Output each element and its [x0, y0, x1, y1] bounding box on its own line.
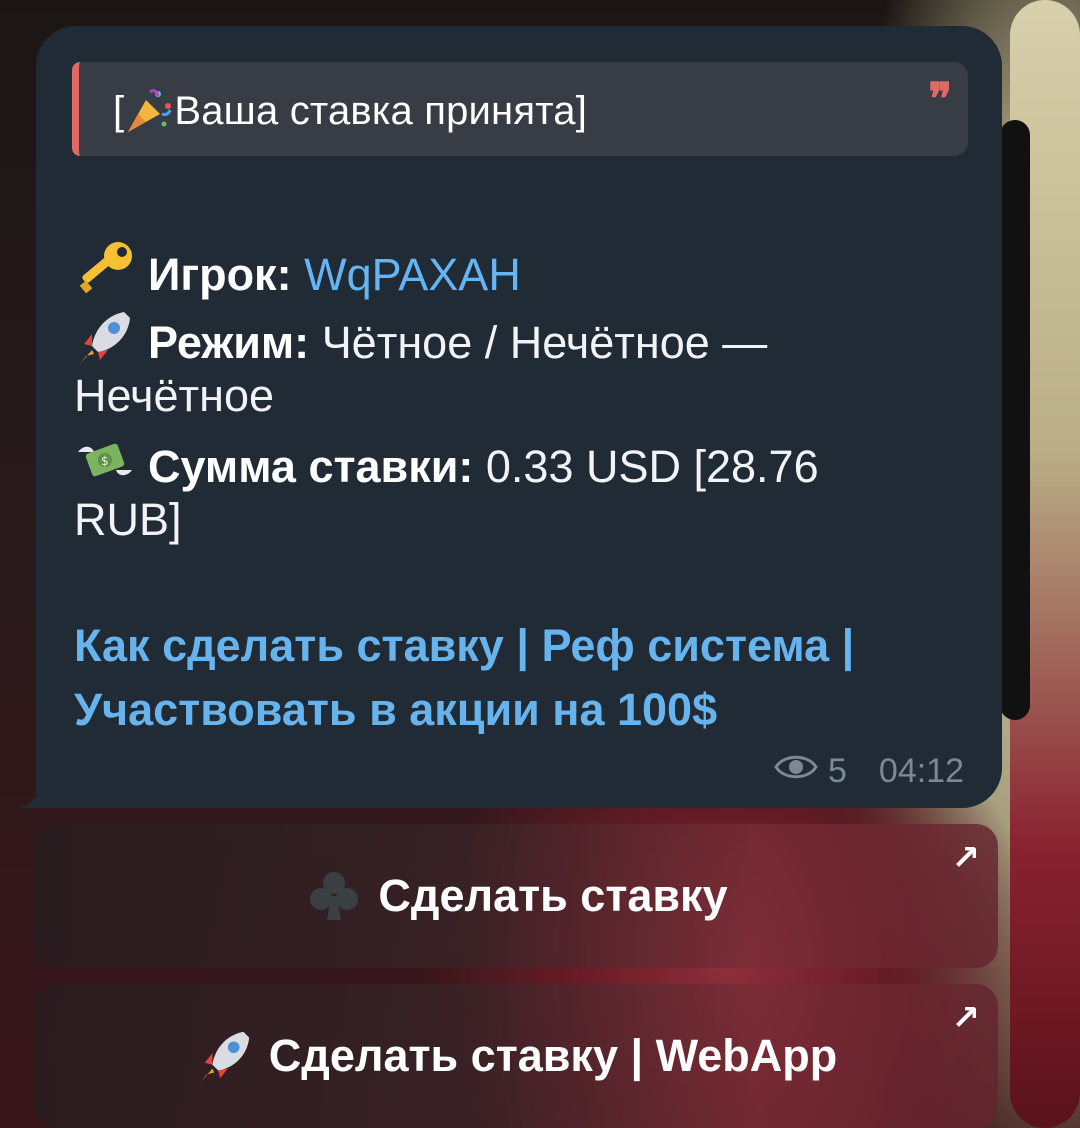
eye-icon	[774, 752, 818, 791]
make-bet-button[interactable]: Сделать ставку ↗	[34, 824, 998, 968]
quote-bracket-close: ]	[575, 88, 588, 133]
links-row: Как сделать ставку | Реф система |	[74, 616, 854, 676]
make-bet-webapp-button[interactable]: Сделать ставку | WebApp ↗	[34, 984, 998, 1128]
amount-label: Сумма ставки:	[148, 441, 474, 492]
amount-line-cont: RUB]	[74, 490, 182, 550]
make-bet-label: Сделать ставку	[378, 870, 728, 921]
message-meta: 5 04:12	[774, 752, 964, 791]
party-popper-icon	[124, 86, 174, 136]
quote-mark-icon: ❞	[928, 74, 952, 125]
mode-value: Чётное / Нечётное —	[321, 317, 768, 368]
quote-text: [ Ваша ставка принята ]	[113, 86, 587, 136]
mode-line-cont: Нечётное	[74, 366, 274, 426]
amount-value: 0.33 USD [28.76	[485, 441, 819, 492]
amount-line: $ Сумма ставки: 0.33 USD [28.76	[74, 430, 819, 497]
mode-value-cont: Нечётное	[74, 370, 275, 421]
rocket-icon	[74, 306, 136, 368]
player-label: Игрок:	[148, 249, 292, 300]
player-line: Игрок: WqPAXAH	[74, 238, 521, 305]
key-icon	[74, 238, 136, 300]
make-bet-webapp-label: Сделать ставку | WebApp	[268, 1030, 838, 1081]
open-arrow-icon: ↗	[951, 838, 981, 878]
message-time: 04:12	[878, 752, 964, 790]
links-row-2: Участвовать в акции на 100$	[74, 680, 717, 740]
quote-bracket-open: [	[113, 88, 125, 133]
open-arrow-icon: ↗	[951, 998, 981, 1038]
views-count: 5	[827, 752, 847, 790]
club-icon	[304, 866, 364, 926]
link-separator: |	[841, 620, 855, 671]
quote-title: Ваша ставка принята	[174, 88, 576, 133]
how-to-bet-link[interactable]: Как сделать ставку	[74, 620, 504, 671]
ref-system-link[interactable]: Реф система	[541, 620, 829, 671]
money-wings-icon: $	[74, 430, 136, 492]
rocket-icon	[195, 1026, 255, 1086]
mode-label: Режим:	[148, 317, 310, 368]
amount-value-cont: RUB]	[74, 494, 182, 545]
promo-link[interactable]: Участвовать в акции на 100$	[74, 684, 717, 735]
player-name-link[interactable]: WqPAXAH	[304, 249, 521, 300]
background-art-stroke	[1000, 120, 1030, 720]
link-separator: |	[516, 620, 529, 671]
mode-line: Режим: Чётное / Нечётное —	[74, 306, 767, 373]
reply-quote[interactable]: [ Ваша ставка принята ] ❞	[72, 62, 968, 156]
svg-text:$: $	[101, 454, 109, 468]
